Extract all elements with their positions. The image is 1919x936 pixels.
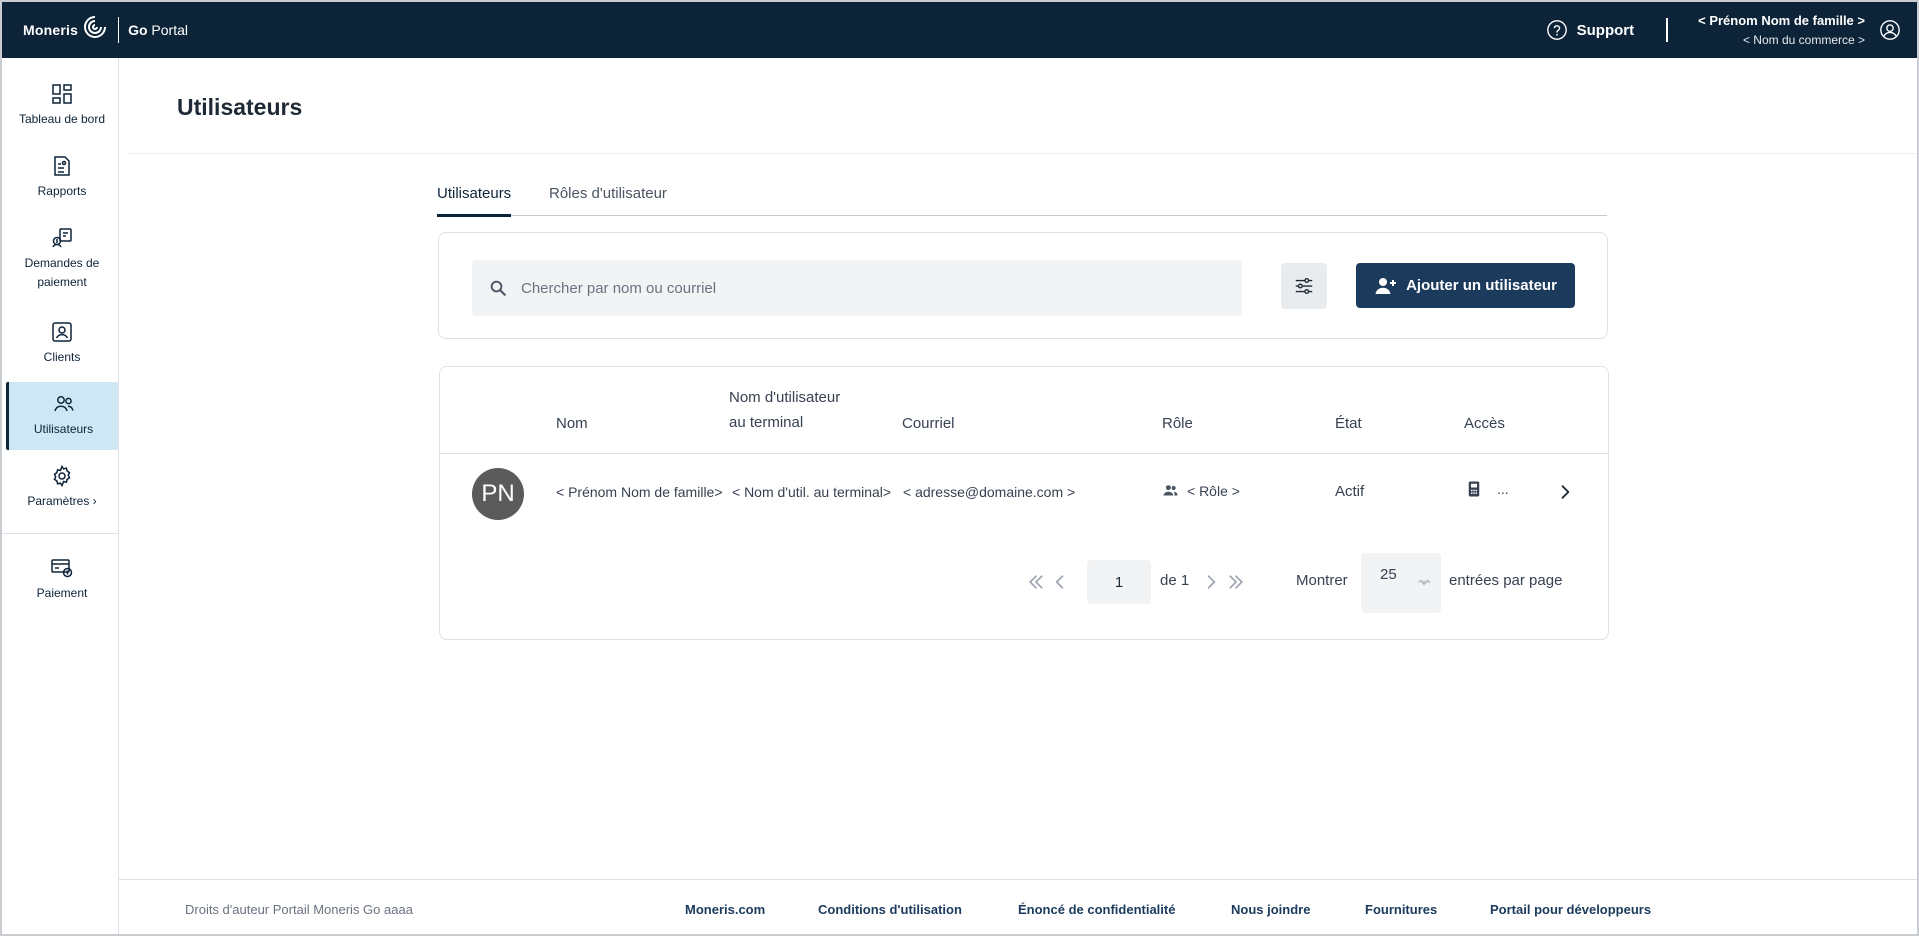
- header-divider: [440, 453, 1608, 454]
- cell-role: < Rôle >: [1162, 482, 1240, 499]
- sidebar-item-settings[interactable]: Paramètres ›: [6, 464, 118, 511]
- sidebar-item-clients[interactable]: Clients: [6, 320, 118, 367]
- search-icon: [490, 280, 506, 296]
- sidebar-item-users[interactable]: Utilisateurs: [6, 382, 118, 450]
- users-table: Nom Nom d'utilisateur au terminal Courri…: [439, 366, 1609, 640]
- top-bar: Moneris Go Portal Support < Prénom Nom d…: [2, 2, 1917, 58]
- support-label: Support: [1576, 21, 1635, 39]
- column-header-terminal-user-line1: Nom d'utilisateur: [729, 389, 841, 406]
- clients-icon: [52, 322, 72, 342]
- user-name: < Prénom Nom de famille >: [1698, 13, 1865, 28]
- add-user-button[interactable]: Ajouter un utilisateur: [1356, 263, 1575, 308]
- search-panel: Ajouter un utilisateur: [438, 232, 1608, 339]
- sidebar-item-payment-requests[interactable]: Demandes de paiement: [6, 226, 118, 292]
- page-title: Utilisateurs: [177, 94, 303, 120]
- add-user-icon: [1375, 277, 1397, 294]
- chevron-right-icon[interactable]: [1555, 482, 1575, 502]
- product-name: Go Portal: [128, 22, 188, 38]
- sidebar-item-label: Tableau de bord: [18, 112, 106, 126]
- next-page-icon[interactable]: [1201, 572, 1221, 592]
- brand-logo[interactable]: Moneris Go Portal: [23, 16, 188, 43]
- title-divider: [127, 153, 1917, 154]
- filter-button[interactable]: [1281, 263, 1327, 309]
- sidebar-item-label: Demandes de paiement: [24, 256, 100, 289]
- tab-bar: Utilisateurs Rôles d'utilisateur: [437, 180, 1607, 217]
- user-menu[interactable]: < Prénom Nom de famille > < Nom du comme…: [1698, 13, 1865, 47]
- tab-user-roles[interactable]: Rôles d'utilisateur: [549, 185, 667, 214]
- search-input[interactable]: [521, 279, 1221, 297]
- sidebar-item-label: Utilisateurs: [33, 422, 94, 436]
- terminal-icon: [1468, 481, 1480, 497]
- header-divider: [1666, 18, 1669, 42]
- sidebar-item-label: Rapports: [37, 184, 87, 198]
- product-suffix: Portal: [147, 22, 188, 38]
- sliders-icon: [1295, 277, 1313, 295]
- footer-link-developers[interactable]: Portail pour développeurs: [1490, 902, 1651, 917]
- avatar: PN: [472, 468, 524, 520]
- footer-divider: [119, 879, 1917, 880]
- scrollbar[interactable]: [1417, 575, 1431, 589]
- account-icon[interactable]: [1879, 19, 1901, 41]
- cell-terminal-user: < Nom d'util. au terminal>: [732, 484, 892, 500]
- footer-link-supplies[interactable]: Fournitures: [1365, 902, 1437, 917]
- add-user-label: Ajouter un utilisateur: [1406, 277, 1557, 294]
- sidebar-item-label: Paiement: [36, 586, 88, 600]
- help-circle-icon: [1546, 20, 1567, 40]
- column-header-role[interactable]: Rôle: [1162, 411, 1193, 436]
- settings-icon: [53, 464, 71, 488]
- sidebar: Tableau de bord Rapports Demandes de pai…: [2, 58, 119, 934]
- brand-name: Moneris: [23, 22, 79, 38]
- access-more: ...: [1497, 481, 1509, 497]
- footer-link-contact[interactable]: Nous joindre: [1231, 902, 1310, 917]
- cell-email: < adresse@domaine.com >: [903, 484, 1076, 500]
- first-page-icon[interactable]: [1026, 572, 1046, 592]
- show-label: Montrer: [1296, 572, 1348, 589]
- footer-link-terms[interactable]: Conditions d'utilisation: [818, 902, 962, 917]
- sidebar-divider: [2, 533, 119, 534]
- users-icon: [53, 396, 74, 412]
- page-of-label: de 1: [1160, 572, 1190, 589]
- payment-icon: [51, 559, 73, 578]
- moneris-swirl-icon: [84, 16, 107, 38]
- payment-request-icon: [52, 228, 72, 248]
- entries-per-page-label: entrées par page: [1449, 572, 1563, 589]
- cell-access: ...: [1465, 480, 1509, 498]
- per-page-select[interactable]: 25: [1361, 553, 1441, 613]
- reports-icon: [54, 156, 70, 176]
- brand-divider: [118, 17, 120, 43]
- sidebar-item-dashboard[interactable]: Tableau de bord: [6, 82, 118, 129]
- column-header-access: Accès: [1464, 415, 1505, 432]
- dashboard-icon: [52, 84, 72, 104]
- sidebar-item-label: Clients: [43, 350, 81, 364]
- sidebar-item-reports[interactable]: Rapports: [6, 154, 118, 201]
- last-page-icon[interactable]: [1226, 572, 1246, 592]
- cell-name: < Prénom Nom de famille>: [556, 484, 723, 500]
- support-link[interactable]: Support: [1546, 19, 1635, 41]
- column-header-state[interactable]: État: [1335, 411, 1362, 436]
- tab-users[interactable]: Utilisateurs: [437, 185, 512, 217]
- search-box[interactable]: [472, 260, 1242, 316]
- footer-link-moneris[interactable]: Moneris.com: [685, 902, 765, 917]
- per-page-value: 25: [1380, 566, 1397, 583]
- role-label: < Rôle >: [1187, 482, 1240, 499]
- column-header-terminal-user[interactable]: Nom d'utilisateur au terminal: [729, 385, 840, 435]
- copyright: Droits d'auteur Portail Moneris Go aaaa: [185, 902, 413, 917]
- merchant-name: < Nom du commerce >: [1742, 33, 1865, 47]
- sidebar-item-label: Paramètres ›: [27, 494, 97, 508]
- cell-state: Actif: [1335, 483, 1365, 500]
- product-prefix: Go: [128, 22, 148, 38]
- sidebar-item-payment[interactable]: Paiement: [6, 556, 118, 603]
- column-header-email[interactable]: Courriel: [902, 411, 955, 436]
- role-group-icon: [1163, 485, 1178, 496]
- previous-page-icon[interactable]: [1050, 572, 1070, 592]
- footer-link-privacy[interactable]: Énoncé de confidentialité: [1018, 902, 1175, 917]
- column-header-terminal-user-line2: au terminal: [729, 414, 804, 431]
- page-number-input[interactable]: [1087, 560, 1151, 604]
- column-header-name[interactable]: Nom: [556, 411, 588, 436]
